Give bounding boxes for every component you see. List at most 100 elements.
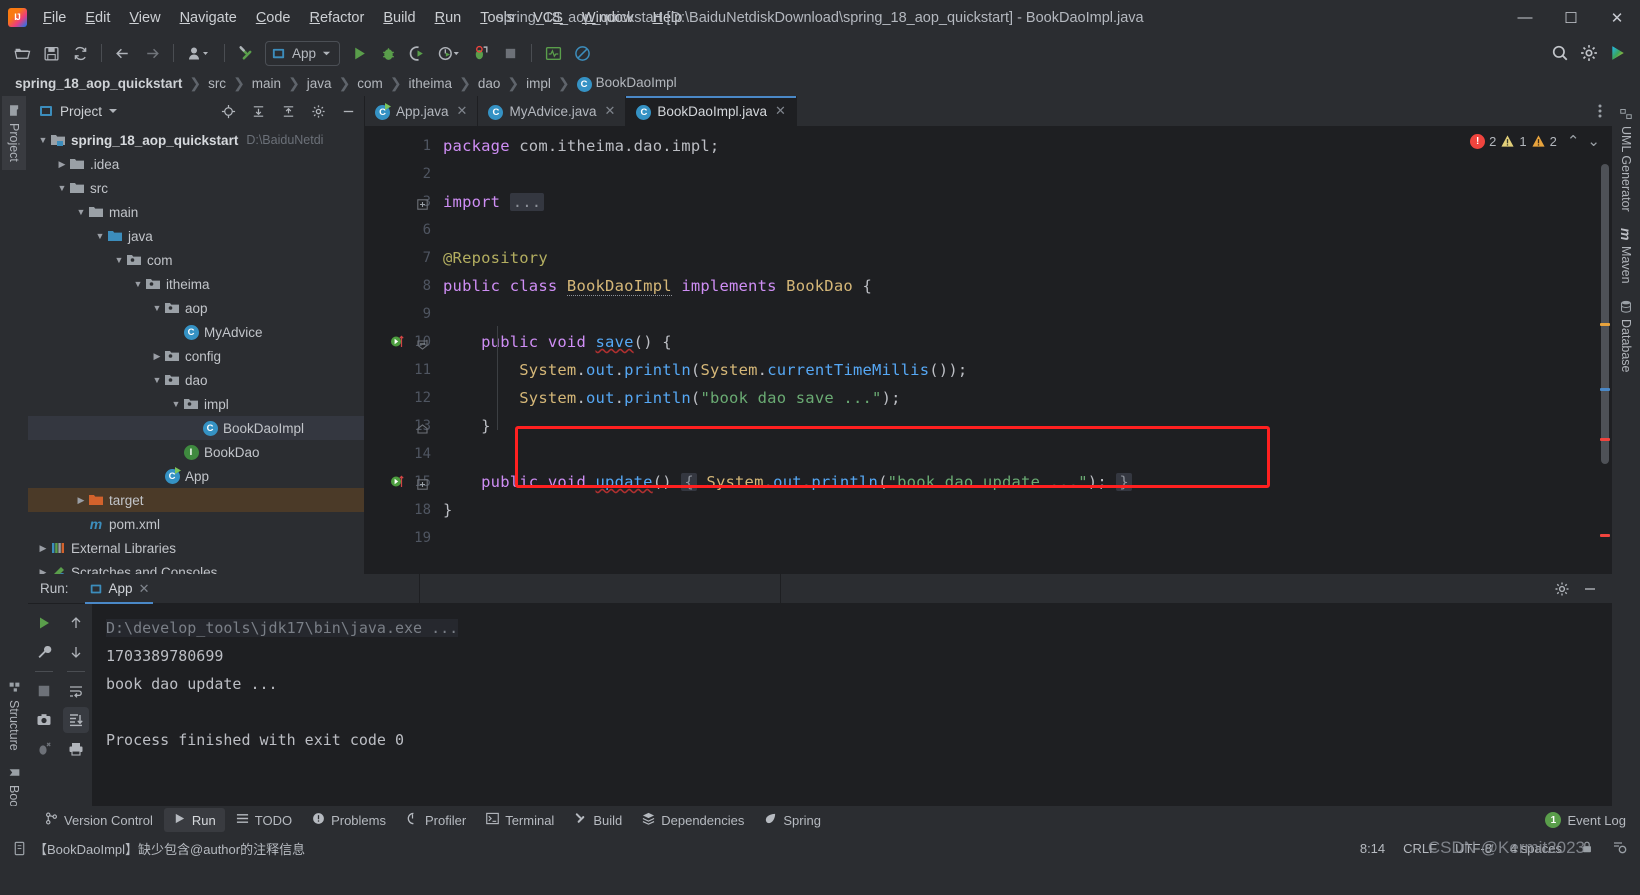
run-panel-header[interactable]: Run: App ✕ [28,573,1612,604]
close-icon[interactable]: ✕ [605,103,616,119]
toolwindow-build[interactable]: Build [565,808,631,832]
fold-collapse-icon[interactable] [417,337,428,353]
gutter-line-18[interactable]: 18 [365,496,435,524]
gutter-line-11[interactable]: 11 [365,356,435,384]
menu-bar[interactable]: File Edit View Navigate Code Refactor Build Run… [34,6,691,30]
save-icon[interactable] [37,40,65,66]
menu-item-run[interactable]: Run [426,6,471,30]
fold-expand-icon[interactable] [417,477,428,493]
gutter-line-9[interactable]: 9 [365,300,435,328]
tree-item-app[interactable]: C App [28,464,364,488]
back-arrow-icon[interactable] [109,40,137,66]
sidebar-item-database[interactable]: Database [1614,292,1638,381]
sync-icon[interactable] [66,40,94,66]
tree-item-main[interactable]: ▼ main [28,200,364,224]
breadcrumb-item-java[interactable]: java [304,76,335,91]
console-output[interactable]: D:\develop_tools\jdk17\bin\java.exe ... 1… [92,604,1612,806]
tree-item-external-libraries[interactable]: ▶ External Libraries [28,536,364,560]
attach-debug-icon[interactable] [467,40,495,66]
chevron-down-icon[interactable]: ▼ [55,183,69,193]
chevron-down-icon[interactable]: ▼ [131,279,145,289]
stripe-mark-error[interactable] [1600,438,1610,441]
toolwindow-spring[interactable]: Spring [755,808,830,832]
updates-icon[interactable] [1604,40,1632,66]
expand-all-icon[interactable] [246,100,270,122]
chevron-down-icon[interactable]: ▼ [169,399,183,409]
soft-wrap-icon[interactable] [63,678,89,704]
tree-item-java[interactable]: ▼ java [28,224,364,248]
code-line-2[interactable] [435,160,1598,188]
toolwindow-problems[interactable]: Problems [303,808,395,832]
toolwindow-run[interactable]: Run [163,808,225,832]
gutter-line-2[interactable]: 2 [365,160,435,188]
stripe-mark-error[interactable] [1600,534,1610,537]
run-toolbar-left[interactable] [28,604,60,806]
code-line-13[interactable]: } [435,412,1598,440]
toolwindow-todo[interactable]: TODO [227,808,301,832]
main-toolbar[interactable]: App [0,36,1640,70]
close-icon[interactable]: ✕ [139,581,150,597]
line-separator[interactable]: CRLF [1403,841,1437,856]
menu-item-build[interactable]: Build [374,6,424,30]
tree-item-pom-xml[interactable]: m pom.xml [28,512,364,536]
chevron-right-icon[interactable]: ▶ [74,495,88,506]
indent-setting[interactable]: 4 spaces [1510,841,1562,856]
run-tab-app[interactable]: App ✕ [79,574,160,604]
gutter-line-15[interactable]: 15 [365,468,435,496]
build-hammer-icon[interactable] [232,40,260,66]
chevron-down-icon[interactable]: ▼ [93,231,107,241]
scroll-from-source-icon[interactable] [216,100,240,122]
gutter-line-14[interactable]: 14 [365,440,435,468]
profiler-dropdown-icon[interactable] [432,40,466,66]
fold-expand-icon[interactable] [417,197,428,213]
breadcrumb-item-com[interactable]: com [354,76,386,91]
run-tool-window[interactable]: Run: App ✕ D:\develop_tools\jdk17\bin\ja… [28,573,1612,806]
breadcrumb-item-main[interactable]: main [249,76,284,91]
code-line-10[interactable]: public void save() { [435,328,1598,356]
code-line-3[interactable]: import ... [435,188,1598,216]
forward-arrow-icon[interactable] [138,40,166,66]
menu-item-refactor[interactable]: Refactor [301,6,374,30]
print-icon[interactable] [63,736,89,762]
maximize-button[interactable]: ☐ [1548,0,1594,36]
menu-item-file[interactable]: File [34,6,75,30]
menu-item-edit[interactable]: Edit [76,6,119,30]
window-controls[interactable]: — ☐ ✕ [1502,0,1640,36]
code-line-11[interactable]: System. out. println(System. currentTimeMil… [435,356,1598,384]
chevron-down-icon[interactable]: ▼ [74,207,88,217]
tree-item-src[interactable]: ▼ src [28,176,364,200]
run-button[interactable] [345,40,373,66]
chevron-down-icon[interactable]: ▼ [150,375,164,385]
toolwindow-profiler[interactable]: Profiler [397,808,475,832]
right-tool-rail[interactable]: UML Generator m Maven Database [1612,96,1640,856]
toolwindow-terminal[interactable]: Terminal [477,808,563,832]
fold-end-icon[interactable] [417,421,428,437]
menu-item-window[interactable]: Window [573,6,643,30]
close-icon[interactable]: ✕ [775,103,786,119]
tree-item-bookdao[interactable]: I BookDao [28,440,364,464]
hide-panel-icon[interactable] [336,100,360,122]
chevron-right-icon[interactable]: ▶ [36,543,50,554]
tool-window-bar[interactable]: Version Control Run TODO Problems Profiler Te… [0,806,1640,834]
menu-item-help[interactable]: Help [643,6,691,30]
run-configuration-selector[interactable]: App [265,40,341,66]
tree-item-config[interactable]: ▶ config [28,344,364,368]
settings-gear-icon[interactable] [1575,40,1603,66]
menu-item-view[interactable]: View [120,6,169,30]
project-panel-header[interactable]: Project [28,96,364,126]
status-right-group[interactable]: 8:14 CRLF UTF-8 4 spaces [1360,839,1640,858]
tree-item--idea[interactable]: ▶ .idea [28,152,364,176]
gear-icon[interactable] [306,100,330,122]
toolwindow-version-control[interactable]: Version Control [36,808,162,832]
code-line-6[interactable] [435,216,1598,244]
code-line-7[interactable]: @Repository [435,244,1598,272]
gutter-line-1[interactable]: 1 [365,132,435,160]
close-icon[interactable]: ✕ [457,103,468,119]
prev-problem-icon[interactable]: ⌃ [1561,132,1580,150]
tree-item-target[interactable]: ▶ target [28,488,364,512]
open-folder-icon[interactable] [8,40,36,66]
gutter-line-7[interactable]: 7 [365,244,435,272]
breadcrumb-item-itheima[interactable]: itheima [406,76,456,91]
tree-item-impl[interactable]: ▼ impl [28,392,364,416]
code-line-12[interactable]: System. out. println("book dao save ..."); [435,384,1598,412]
